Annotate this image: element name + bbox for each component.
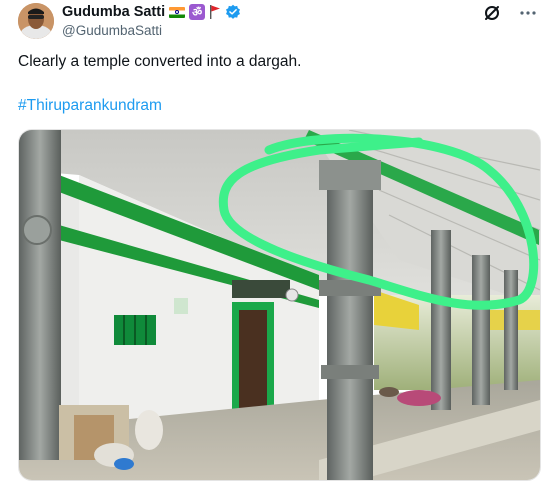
- author-display-name[interactable]: Gudumba Satti: [62, 4, 165, 20]
- grok-icon[interactable]: [481, 2, 503, 24]
- author-name-row: Gudumba Satti ॐ: [62, 4, 241, 20]
- tweet-text: Clearly a temple converted into a dargah…: [18, 53, 302, 70]
- more-options-icon[interactable]: [517, 2, 539, 24]
- india-flag-icon: [169, 6, 186, 18]
- avatar[interactable]: [18, 3, 54, 39]
- red-pennant-icon: [210, 5, 221, 19]
- tweet-photo[interactable]: [18, 129, 541, 481]
- header-actions: [481, 2, 539, 24]
- temple-hall-photo: [19, 130, 540, 480]
- om-symbol-icon: ॐ: [189, 4, 206, 20]
- hashtag-link[interactable]: #Thiruparankundram: [18, 97, 162, 115]
- avatar-image: [18, 3, 54, 39]
- verified-badge-icon: [226, 4, 241, 19]
- author-handle[interactable]: @GudumbaSatti: [62, 23, 162, 38]
